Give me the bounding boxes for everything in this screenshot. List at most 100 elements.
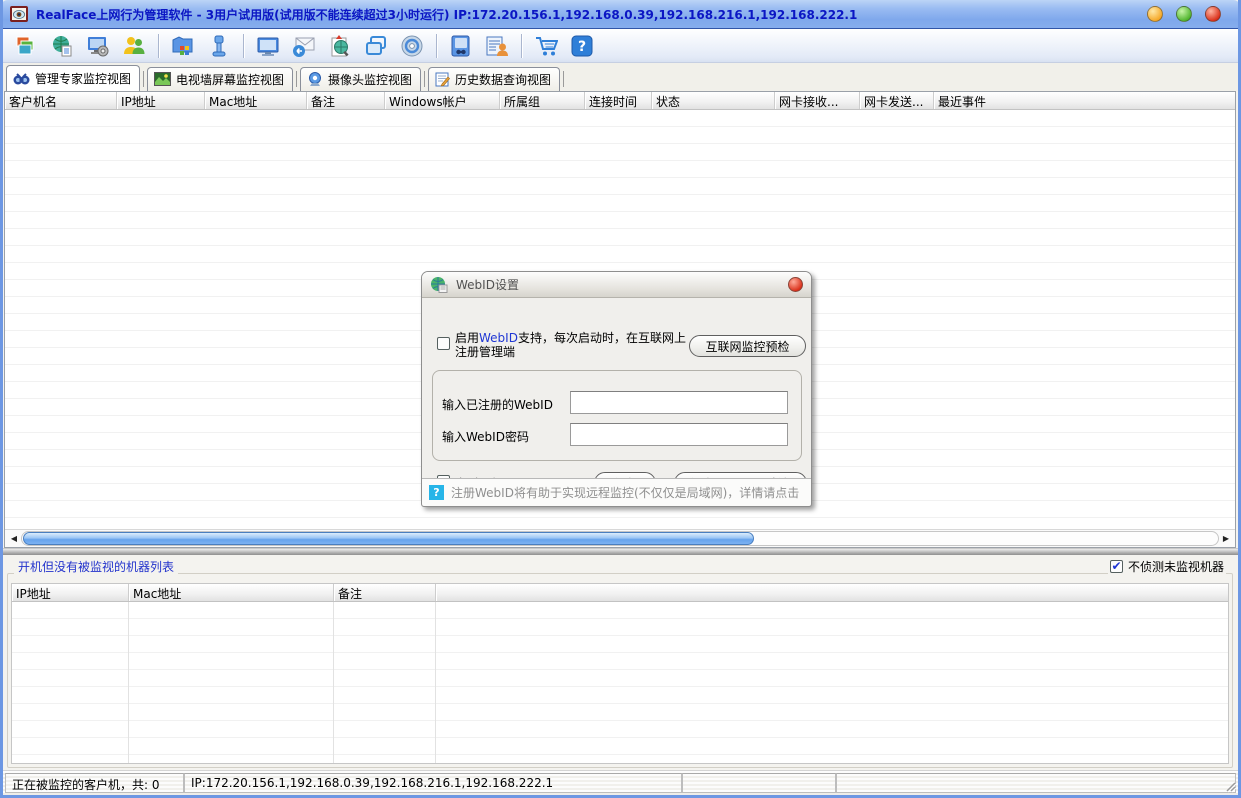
monitor-gear-icon [86, 34, 110, 58]
column-header[interactable]: 备注 [334, 584, 436, 601]
splitter-handle[interactable] [3, 548, 1238, 555]
tab-label: 历史数据查询视图 [455, 71, 551, 88]
toolbar: ? [3, 29, 1238, 63]
unmonitored-machines-panel: 开机但没有被监视的机器列表 ✔ 不侦测未监视机器 IP地址 Mac地址 备注 [4, 555, 1236, 770]
scrollbar-thumb[interactable] [23, 532, 754, 545]
resize-grip[interactable] [1223, 779, 1237, 793]
enable-webid-checkbox[interactable]: 启用WebID支持，每次启动时，在互联网上注册管理端 [437, 331, 687, 359]
help-button[interactable]: ? [567, 31, 597, 61]
tab-admin-expert-view[interactable]: 管理专家监控视图 [6, 65, 140, 91]
users-icon [122, 34, 146, 58]
log-book-button[interactable] [446, 31, 476, 61]
message-reply-button[interactable] [289, 31, 319, 61]
toolbar-separator [521, 34, 522, 58]
status-panel-empty [836, 773, 1236, 793]
binoculars-icon [13, 71, 30, 86]
usb-key-button[interactable] [204, 31, 234, 61]
clients-table-header: 客户机名 IP地址 Mac地址 备注 Windows帐户 所属组 连接时间 状态… [5, 92, 1235, 110]
column-header[interactable]: Mac地址 [205, 92, 307, 109]
column-header[interactable]: 连接时间 [585, 92, 652, 109]
unmonitored-table: IP地址 Mac地址 备注 [11, 583, 1229, 764]
tab-label: 管理专家监控视图 [35, 70, 131, 87]
column-gridline [128, 602, 129, 763]
tv-wall-icon [154, 72, 171, 86]
mail-reply-icon [292, 34, 316, 58]
tab-bar: 管理专家监控视图 电视墙屏幕监控视图 摄像头监控视图 历史数据查询视图 [3, 63, 1238, 91]
status-panel-empty [682, 773, 836, 793]
column-header[interactable]: Mac地址 [129, 584, 334, 601]
close-button[interactable] [1205, 6, 1221, 22]
column-header[interactable]: 备注 [307, 92, 385, 109]
tab-label: 摄像头监控视图 [328, 71, 412, 88]
search-document-icon [328, 34, 352, 58]
webid-password-input[interactable] [570, 423, 788, 446]
app-folder-button[interactable] [168, 31, 198, 61]
group-title: 开机但没有被监视的机器列表 [14, 558, 178, 575]
usb-key-icon [207, 34, 231, 58]
enable-webid-label: 启用WebID支持，每次启动时，在互联网上注册管理端 [455, 331, 687, 359]
tab-history-view[interactable]: 历史数据查询视图 [428, 67, 560, 91]
no-detect-checkbox[interactable]: ✔ 不侦测未监视机器 [1108, 558, 1226, 575]
cart-button[interactable] [531, 31, 561, 61]
disc-button[interactable] [397, 31, 427, 61]
column-header[interactable]: 所属组 [500, 92, 585, 109]
users-button[interactable] [119, 31, 149, 61]
scroll-left-arrow[interactable]: ◀ [7, 531, 21, 547]
status-monitored-count: 正在被监控的客户机，共: 0 [5, 773, 184, 793]
no-detect-checkbox-label: 不侦测未监视机器 [1128, 558, 1224, 575]
globe-list-icon [50, 34, 74, 58]
minimize-button[interactable] [1147, 6, 1163, 22]
scrollbar-track[interactable] [21, 531, 1219, 546]
maximize-button[interactable] [1176, 6, 1192, 22]
tab-separator [143, 71, 144, 87]
unmonitored-table-body [12, 602, 1228, 763]
address-book-icon [449, 34, 473, 58]
user-log-button[interactable] [482, 31, 512, 61]
column-gridline [333, 602, 334, 763]
monitor-settings-button[interactable] [83, 31, 113, 61]
dialog-titlebar: WebID设置 [422, 272, 811, 298]
column-header[interactable]: IP地址 [12, 584, 129, 601]
layers-button[interactable] [11, 31, 41, 61]
column-header[interactable]: Windows帐户 [385, 92, 500, 109]
net-search-button[interactable] [325, 31, 355, 61]
screens-button[interactable] [361, 31, 391, 61]
dialog-title: WebID设置 [456, 276, 780, 293]
column-header[interactable]: 状态 [652, 92, 775, 109]
disc-icon [400, 34, 424, 58]
monitor-icon [256, 34, 280, 58]
column-header[interactable]: 客户机名 [5, 92, 117, 109]
globe-doc-icon [430, 276, 448, 293]
dialog-footer: ? 注册WebID将有助于实现远程监控(不仅仅是局域网)，详情请点击 [422, 478, 811, 506]
titlebar: RealFace上网行为管理软件 - 3用户试用版(试用版不能连续超过3小时运行… [0, 0, 1241, 29]
window-controls [1147, 6, 1221, 22]
enable-webid-checkbox-box[interactable] [437, 337, 450, 350]
app-eye-icon [10, 6, 28, 22]
remote-screen-button[interactable] [253, 31, 283, 61]
column-header[interactable]: 网卡接收... [775, 92, 860, 109]
password-field-label: 输入WebID密码 [442, 428, 529, 445]
folder-apps-icon [171, 34, 195, 58]
web-config-button[interactable] [47, 31, 77, 61]
tab-label: 电视墙屏幕监控视图 [176, 71, 284, 88]
scroll-right-arrow[interactable]: ▶ [1219, 531, 1233, 547]
column-header[interactable]: 最近事件 [934, 92, 1235, 109]
dialog-close-button[interactable] [788, 277, 803, 292]
app-window: RealFace上网行为管理软件 - 3用户试用版(试用版不能连续超过3小时运行… [0, 0, 1241, 798]
horizontal-scrollbar[interactable]: ◀ ▶ [5, 529, 1235, 547]
history-doc-icon [435, 72, 450, 87]
toolbar-separator [158, 34, 159, 58]
unmonitored-table-header: IP地址 Mac地址 备注 [12, 584, 1228, 602]
column-header[interactable]: IP地址 [117, 92, 205, 109]
layers-icon [14, 34, 38, 58]
tab-camera-view[interactable]: 摄像头监控视图 [300, 67, 421, 91]
camera-icon [307, 72, 323, 87]
tab-tv-wall-view[interactable]: 电视墙屏幕监控视图 [147, 67, 293, 91]
webid-input[interactable] [570, 391, 788, 414]
internet-precheck-button[interactable]: 互联网监控预检 [689, 335, 806, 357]
checkbox-checked-icon[interactable]: ✔ [1110, 560, 1123, 573]
toolbar-separator [243, 34, 244, 58]
footer-hint-text[interactable]: 注册WebID将有助于实现远程监控(不仅仅是局域网)，详情请点击 [451, 484, 799, 501]
column-header[interactable]: 网卡发送... [860, 92, 934, 109]
tab-separator [563, 71, 564, 87]
